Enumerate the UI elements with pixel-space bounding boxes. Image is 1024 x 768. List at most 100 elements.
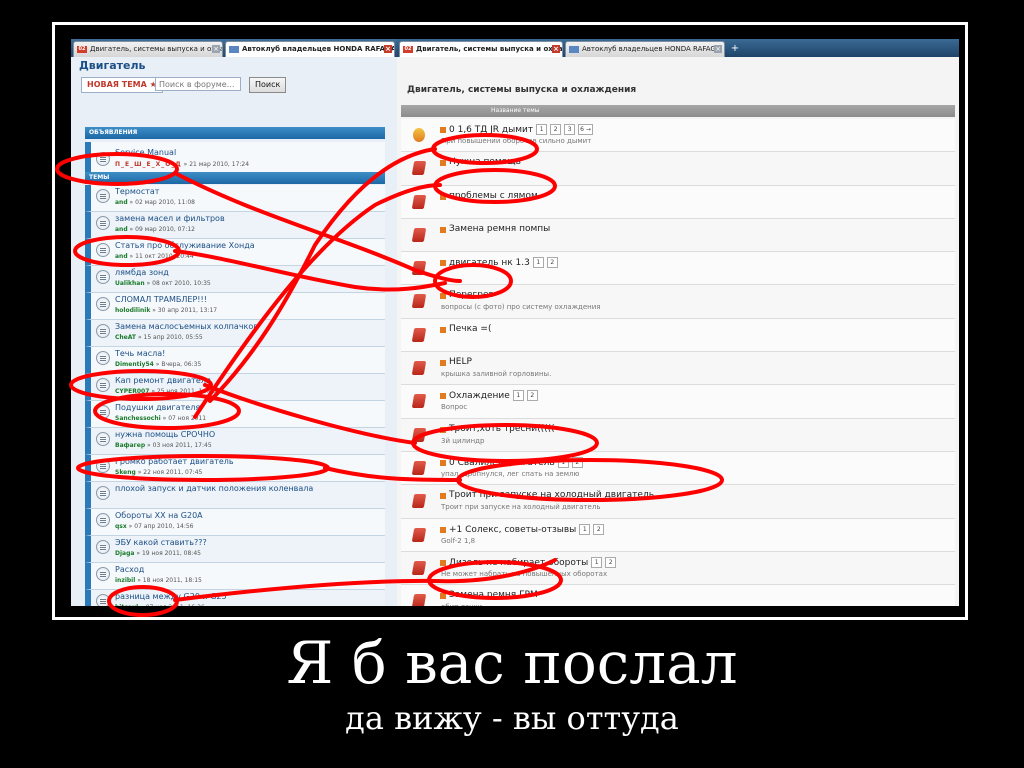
topic-title[interactable]: проблемы с лямом [449, 191, 538, 201]
topic-title[interactable]: Перегрев [449, 290, 494, 300]
table-row[interactable]: Громко работает двигатель Skeng » 22 ноя … [85, 455, 385, 482]
page-link[interactable]: 2 [526, 390, 538, 402]
page-link[interactable]: 1 [591, 556, 603, 568]
right-tab-engine[interactable]: 02 Двигатель, системы выпуска и охлажден… [399, 41, 563, 57]
topic-author[interactable]: holodilinik [115, 307, 150, 314]
table-row[interactable]: Обороты XX на G20A qsx » 07 апр 2010, 14:… [85, 509, 385, 536]
topic-title[interactable]: Течь масла! [115, 349, 165, 358]
table-row[interactable]: разница между G20 и G25 bitcoul » 07 ноя … [85, 590, 385, 606]
table-row[interactable]: Термостат and » 02 мар 2010, 11:08 [85, 185, 385, 212]
close-icon[interactable]: × [212, 45, 220, 53]
page-link[interactable]: 2 [605, 556, 617, 568]
table-row[interactable]: лямбда зонд Ualikhan » 08 окт 2010, 10:35 [85, 266, 385, 293]
table-row[interactable]: Печка =( [401, 318, 955, 353]
topic-author[interactable]: and [115, 226, 128, 233]
topic-title[interactable]: Кап ремонт двигателя [115, 376, 211, 385]
topic-title[interactable]: Дизель не набирает обороты 1 2 [449, 556, 617, 568]
table-row[interactable]: СЛОМАЛ ТРАМБЛЕР!!! holodilinik » 30 апр 2… [85, 293, 385, 320]
topic-title[interactable]: 0 1,6 ТД JR дымит 1 2 3 6 → [449, 124, 593, 135]
page-link[interactable]: 2 [550, 124, 562, 135]
topic-title[interactable]: двигатель нк 1.3 1 2 [449, 257, 558, 269]
table-row[interactable]: Подушки двигателя Sanchessochi » 07 ноя 2… [85, 401, 385, 428]
topic-title[interactable]: лямбда зонд [115, 268, 169, 277]
topic-title[interactable]: Обороты XX на G20A [115, 511, 203, 520]
topic-author[interactable]: CheAT [115, 334, 136, 341]
topic-title[interactable]: Троит,хоть тресни((((( [449, 424, 555, 434]
topic-title[interactable]: Замена маслосъемных колпачков [115, 322, 258, 331]
topic-title[interactable]: Нужна помощь [449, 157, 521, 167]
topic-title[interactable]: +1 Солекс, советы-отзывы 1 2 [449, 523, 605, 535]
table-row[interactable]: замена масел и фильтров and » 09 мар 2010… [85, 212, 385, 239]
table-row[interactable]: Замена ремня помпы [401, 218, 955, 253]
close-icon[interactable]: × [552, 45, 560, 53]
table-row[interactable]: Охлаждение 1 2 Вопрос [401, 385, 955, 419]
topic-author[interactable]: Sanchessochi [115, 415, 161, 422]
table-row[interactable]: Перегрев вопросы (с фото) про систему охл… [401, 285, 955, 319]
topic-author[interactable]: Skeng [115, 469, 136, 476]
topic-title[interactable]: Замена ремня ГРМ [449, 590, 538, 600]
topic-title[interactable]: Статья про обслуживание Хонда [115, 241, 255, 250]
table-row[interactable]: +1 Солекс, советы-отзывы 1 2 Golf-2 1,8 [401, 518, 955, 552]
new-topic-button[interactable]: НОВАЯ ТЕМА ★ [81, 77, 163, 93]
table-row[interactable]: Течь масла! Dimentiy54 » Вчера, 06:35 [85, 347, 385, 374]
table-row[interactable]: Расход inzibil » 18 ноя 2011, 18:15 [85, 563, 385, 590]
topic-title[interactable]: замена масел и фильтров [115, 214, 225, 223]
forum-title[interactable]: Двигатель [79, 59, 145, 72]
table-row[interactable]: Статья про обслуживание Хонда and » 11 ок… [85, 239, 385, 266]
table-row[interactable]: Кап ремонт двигателя CYPER007 » 25 ноя 20… [85, 374, 385, 401]
page-link[interactable]: 1 [512, 390, 524, 402]
topic-author[interactable]: CYPER007 [115, 388, 149, 395]
new-tab-icon[interactable]: + [729, 43, 741, 55]
table-row[interactable]: ЭБУ какой ставить??? Djaga » 19 ноя 2011,… [85, 536, 385, 563]
topic-author[interactable]: Dimentiy54 [115, 361, 154, 368]
table-row[interactable]: 0 Свалился двигатель 1 2 упал, дропнулся, л… [401, 451, 955, 486]
topic-author[interactable]: and [115, 253, 128, 260]
topic-title[interactable]: Подушки двигателя [115, 403, 200, 412]
page-link[interactable]: 1 [579, 523, 591, 535]
topic-author[interactable]: bitcoul [115, 604, 138, 606]
left-tab-honda-club[interactable]: Автоклуб владельцев HONDA RAFAGA × [225, 41, 395, 57]
topic-author[interactable]: Djaga [115, 550, 134, 557]
topic-title[interactable]: Охлаждение 1 2 [449, 390, 538, 402]
topic-title[interactable]: Громко работает двигатель [115, 457, 234, 466]
table-row[interactable]: плохой запуск и датчик положения коленва… [85, 482, 385, 509]
topic-title[interactable]: Термостат [115, 187, 159, 196]
left-tab-engine[interactable]: 02 Двигатель, системы выпуска и охлажден… [73, 41, 223, 57]
table-row[interactable]: Нужна помощь [401, 152, 955, 186]
page-link[interactable]: 3 [564, 124, 576, 135]
table-row[interactable]: Троит,хоть тресни(((((3й цилиндр [401, 418, 955, 452]
table-row[interactable]: 0 1,6 ТД JR дымит 1 2 3 6 → При повышении обо… [401, 119, 955, 153]
topic-author[interactable]: qsx [115, 523, 127, 530]
page-link[interactable]: 1 [536, 124, 548, 135]
page-link[interactable]: 2 [546, 257, 558, 269]
table-row[interactable]: Замена маслосъемных колпачков CheAT » 15 … [85, 320, 385, 347]
topic-author[interactable]: inzibil [115, 577, 135, 584]
topic-author[interactable]: Вафагер [115, 442, 145, 449]
topic-title[interactable]: Троит при запуске на холодный двигатель [449, 490, 654, 500]
search-input[interactable]: Поиск в форуме… [155, 77, 241, 91]
right-tab-honda-club[interactable]: Автоклуб владельцев HONDA RAFAGA × [565, 41, 725, 57]
close-icon[interactable]: × [384, 45, 392, 53]
announcement-title[interactable]: Service Manual [115, 148, 176, 157]
search-button[interactable]: Поиск [249, 77, 287, 93]
topic-title[interactable]: Печка =( [449, 324, 492, 334]
table-row[interactable]: Замена ремня ГРМ обип точки.... [401, 585, 955, 606]
topic-author[interactable]: Ualikhan [115, 280, 145, 287]
page-link[interactable]: 6 → [578, 124, 593, 135]
close-icon[interactable]: × [714, 45, 722, 53]
page-link[interactable]: 1 [532, 257, 544, 269]
topic-author[interactable]: and [115, 199, 128, 206]
table-row[interactable]: HELP крышка заливной горловины. [401, 352, 955, 386]
table-row[interactable]: двигатель нк 1.3 1 2 [401, 252, 955, 286]
table-row[interactable]: проблемы с лямом [401, 185, 955, 219]
page-link[interactable]: 2 [571, 456, 583, 468]
page-link[interactable]: 2 [593, 523, 605, 535]
topic-title[interactable]: ЭБУ какой ставить??? [115, 538, 207, 547]
topic-title[interactable]: СЛОМАЛ ТРАМБЛЕР!!! [115, 295, 207, 304]
table-row[interactable]: Троит при запуске на холодный двигатель Т… [401, 485, 955, 519]
page-link[interactable]: 1 [557, 456, 569, 468]
topic-title[interactable]: Замена ремня помпы [449, 224, 550, 234]
topic-title[interactable]: плохой запуск и датчик положения коленва… [115, 484, 313, 493]
topic-title[interactable]: Расход [115, 565, 144, 574]
topic-title[interactable]: разница между G20 и G25 [115, 592, 227, 601]
